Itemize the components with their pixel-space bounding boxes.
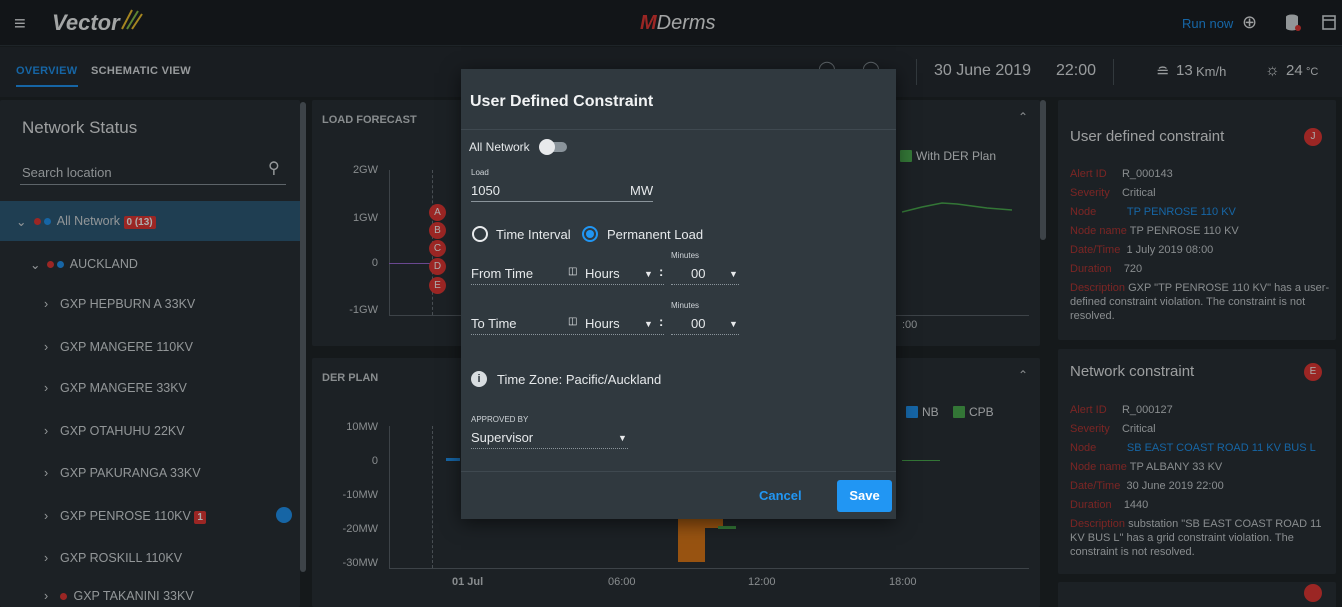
info-icon: i (471, 371, 487, 387)
colon-separator: : (659, 264, 664, 279)
from-minutes-select[interactable]: 00 (691, 266, 705, 281)
time-interval-radio[interactable] (472, 226, 488, 242)
caret-down-icon[interactable]: ▼ (729, 269, 738, 279)
approved-by-underline (471, 448, 628, 449)
toggle-knob[interactable] (539, 139, 555, 155)
permanent-load-label[interactable]: Permanent Load (607, 227, 703, 242)
minutes-label: Minutes (671, 251, 700, 260)
caret-down-icon[interactable]: ▼ (729, 319, 738, 329)
clock-icon: ◫ (568, 316, 578, 327)
load-input[interactable]: 1050 (471, 183, 500, 198)
save-button[interactable]: Save (837, 480, 892, 512)
to-minutes-underline (671, 334, 739, 335)
caret-down-icon[interactable]: ▼ (644, 269, 653, 279)
from-time-underline (471, 284, 664, 285)
load-unit: MW (630, 183, 654, 198)
permanent-load-radio[interactable] (582, 226, 598, 242)
from-minutes-underline (671, 284, 739, 285)
from-time-label: From Time (471, 266, 534, 281)
caret-down-icon[interactable]: ▼ (618, 433, 627, 443)
load-underline (471, 201, 653, 202)
caret-down-icon[interactable]: ▼ (644, 319, 653, 329)
approved-by-select[interactable]: Supervisor (471, 430, 533, 445)
approved-by-label: APPROVED BY (471, 415, 529, 424)
to-time-underline (471, 334, 664, 335)
divider (461, 471, 896, 472)
all-network-label: All Network (469, 140, 530, 154)
time-interval-label[interactable]: Time Interval (496, 227, 571, 242)
user-defined-constraint-dialog: User Defined Constraint All Network Load… (461, 69, 896, 519)
to-time-label: To Time (471, 316, 517, 331)
load-label: Load (471, 168, 489, 177)
cancel-button[interactable]: Cancel (759, 488, 802, 503)
from-hours-select[interactable]: Hours (585, 266, 620, 281)
dialog-title: User Defined Constraint (470, 93, 654, 110)
colon-separator: : (659, 314, 664, 329)
minutes-label: Minutes (671, 301, 700, 310)
timezone-text: Time Zone: Pacific/Auckland (497, 372, 662, 387)
divider (461, 129, 896, 130)
to-minutes-select[interactable]: 00 (691, 316, 705, 331)
to-hours-select[interactable]: Hours (585, 316, 620, 331)
clock-icon: ◫ (568, 266, 578, 277)
